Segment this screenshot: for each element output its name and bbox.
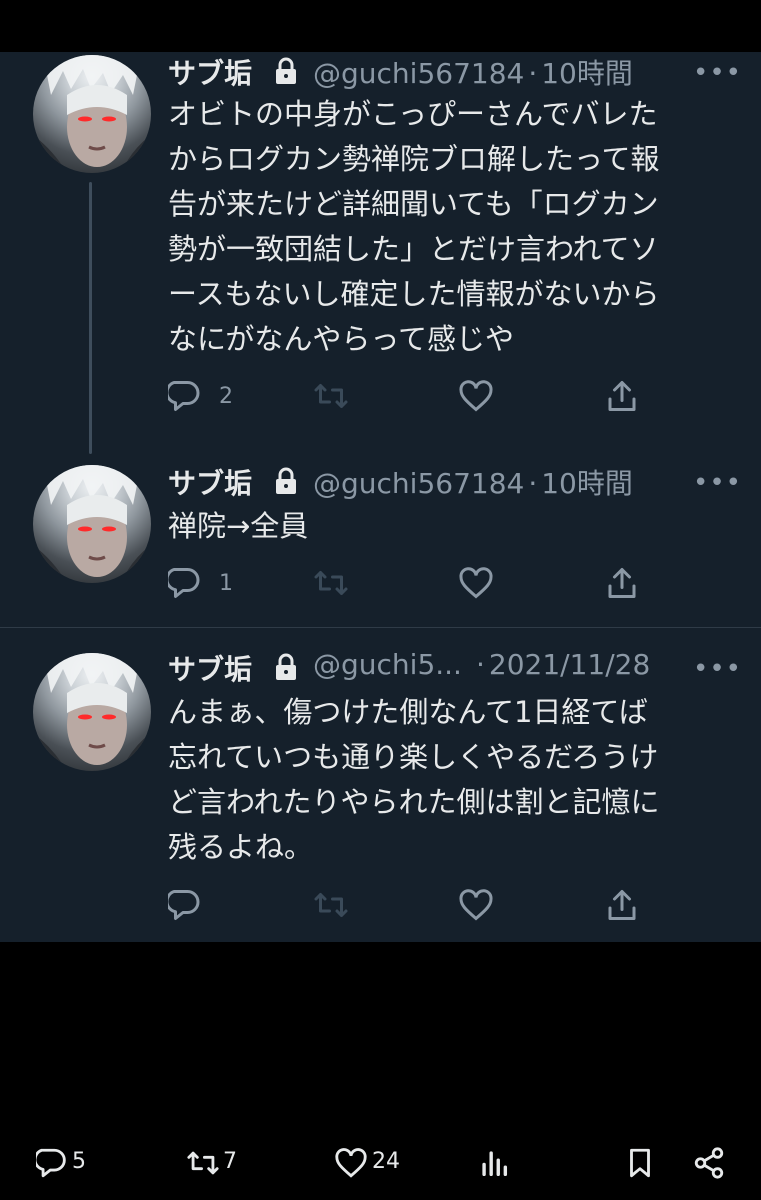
tweet-text: 禅院→全員 (168, 509, 309, 543)
share-network-icon[interactable] (692, 1146, 726, 1180)
handle[interactable]: @guchi567184 (313, 467, 524, 500)
handle-time[interactable]: @guchi5... · 2021/11/28 (313, 648, 650, 681)
retweet-icon[interactable] (313, 887, 349, 923)
like-icon[interactable] (458, 887, 494, 923)
avatar-image (33, 653, 151, 771)
avatar-image (33, 465, 151, 583)
like-count: 24 (372, 1149, 400, 1174)
bookmark-icon[interactable] (623, 1146, 657, 1180)
more-icon[interactable]: ••• (693, 654, 742, 684)
more-icon[interactable]: ••• (693, 468, 742, 498)
display-name[interactable]: サブ垢 (168, 462, 252, 502)
avatar[interactable] (33, 653, 151, 771)
avatar[interactable] (33, 465, 151, 583)
tweet-text: オビトの中身がこっぴーさんでバレた からログカン勢禅院ブロ解したって報 告が来た… (168, 97, 660, 356)
tweet-divider (0, 627, 761, 628)
lock-icon (276, 57, 296, 84)
display-name[interactable]: サブ垢 (168, 52, 252, 92)
timestamp[interactable]: 10時間 (541, 57, 633, 90)
separator: · (475, 648, 485, 681)
lock-icon (276, 467, 296, 494)
retweet-icon[interactable] (313, 378, 349, 414)
reply-icon[interactable] (168, 378, 204, 414)
lock-icon (276, 653, 296, 680)
handle-time[interactable]: @guchi567184 · 10時間 (313, 52, 633, 92)
timestamp[interactable]: 10時間 (541, 467, 633, 500)
display-name[interactable]: サブ垢 (168, 648, 252, 688)
avatar-image (33, 55, 151, 173)
more-icon[interactable]: ••• (693, 58, 742, 88)
share-icon[interactable] (604, 887, 640, 923)
reply-count: 1 (219, 571, 233, 596)
like-icon[interactable] (334, 1146, 368, 1180)
top-bar (0, 0, 761, 52)
tweet-text: んまぁ、傷つけた側なんて1日経てば 忘れていつも通り楽しくやるだろうけ ど言われ… (168, 695, 660, 864)
handle[interactable]: @guchi5... (313, 648, 462, 681)
like-icon[interactable] (458, 378, 494, 414)
reply-icon[interactable] (168, 887, 204, 923)
retweet-icon[interactable] (186, 1146, 220, 1180)
share-icon[interactable] (604, 565, 640, 601)
like-icon[interactable] (458, 565, 494, 601)
avatar[interactable] (33, 55, 151, 173)
handle[interactable]: @guchi567184 (313, 57, 524, 90)
separator: · (528, 467, 538, 500)
share-icon[interactable] (604, 378, 640, 414)
separator: · (528, 57, 538, 90)
reply-count: 5 (72, 1149, 86, 1174)
reply-icon[interactable] (168, 565, 204, 601)
analytics-icon[interactable] (477, 1146, 511, 1180)
reply-count: 2 (219, 384, 233, 409)
handle-time[interactable]: @guchi567184 · 10時間 (313, 462, 633, 502)
timestamp[interactable]: 2021/11/28 (489, 648, 650, 681)
retweet-icon[interactable] (313, 565, 349, 601)
retweet-count: 7 (223, 1149, 237, 1174)
thread-connector (89, 182, 92, 454)
reply-icon[interactable] (36, 1146, 70, 1180)
